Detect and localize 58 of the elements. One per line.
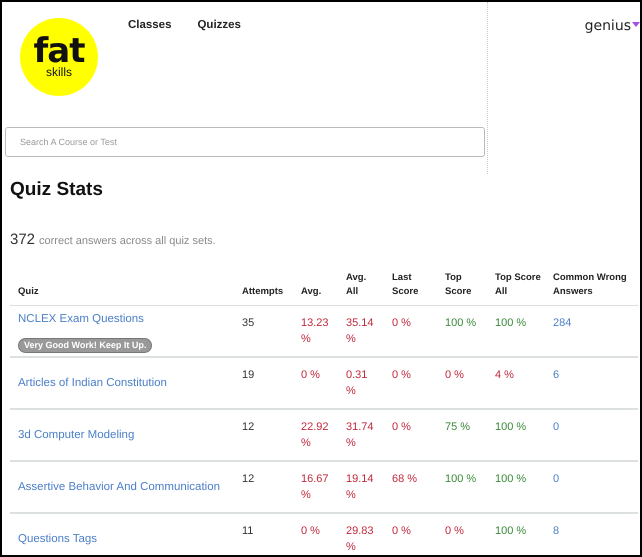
wrong-answers-link[interactable]: 0 [553,421,560,433]
table-cell: 0 % [439,513,489,555]
table-cell: 35 [236,306,295,357]
table-cell: 4 % [489,357,547,409]
praise-badge: Very Good Work! Keep It Up. [18,338,152,352]
column-header: Avg. [295,262,340,306]
table-cell: 100 % [439,461,489,513]
table-cell: 0 % [386,306,439,357]
user-menu[interactable]: genius [584,18,640,34]
table-cell: 22.92 % [295,409,340,461]
table-cell: 100 % [439,306,489,357]
column-header: Last Score [386,262,439,306]
nav-link[interactable]: Classes [128,19,172,31]
table-cell: 19 [236,357,295,409]
table-cell: 11 [236,513,295,555]
table-cell: 100 % [489,513,547,555]
table-cell: 0.31 % [340,357,386,409]
column-header: Avg. All [340,262,386,306]
table-cell: 12 [236,409,295,461]
table-cell: 35.14 % [340,306,386,357]
search-field[interactable]: Search A Course or Test [5,127,485,157]
table-cell: 0 % [386,409,439,461]
table-cell: 19.14 % [340,461,386,513]
summary-text: correct answers across all quiz sets. [39,235,216,247]
table-cell: 13.23 % [295,306,340,357]
wrong-answers-link[interactable]: 284 [553,317,572,329]
quiz-link[interactable]: NCLEX Exam Questions [18,312,144,324]
column-header: Top Score [439,262,489,306]
quiz-link[interactable]: Assertive Behavior And Communication [18,481,220,493]
wrong-answers-link[interactable]: 6 [553,369,560,381]
nav-link[interactable]: Quizzes [197,19,241,31]
column-header: Top Score All [489,262,547,306]
column-header: Common Wrong Answers [547,262,638,306]
table-cell: 31.74 % [340,409,386,461]
caret-icon [632,22,640,26]
quiz-link[interactable]: Articles of Indian Constitution [18,377,167,389]
table-cell: 100 % [489,409,547,461]
table-cell: 0 % [386,513,439,555]
table-cell: 0 % [295,513,340,555]
page-title: Quiz Stats [10,178,104,202]
table-cell: 100 % [489,306,547,357]
table-cell: 0 % [295,357,340,409]
table-cell: 0 % [386,357,439,409]
table-cell: 75 % [439,409,489,461]
table-cell: 16.67 % [295,461,340,513]
table-cell: 12 [236,461,295,513]
column-header: Quiz [10,262,236,306]
logo[interactable]: fat skills [20,18,98,96]
column-header: Attempts [236,262,295,306]
quiz-link[interactable]: Questions Tags [18,533,98,545]
table-cell: 68 % [386,461,439,513]
table-cell: 0 % [439,357,489,409]
wrong-answers-link[interactable]: 0 [553,473,560,485]
table-cell: 100 % [489,461,547,513]
wrong-answers-link[interactable]: 8 [553,525,560,537]
quiz-link[interactable]: 3d Computer Modeling [18,429,134,441]
table-cell: 29.83 % [340,513,386,555]
answer-count: 372 [10,231,36,248]
